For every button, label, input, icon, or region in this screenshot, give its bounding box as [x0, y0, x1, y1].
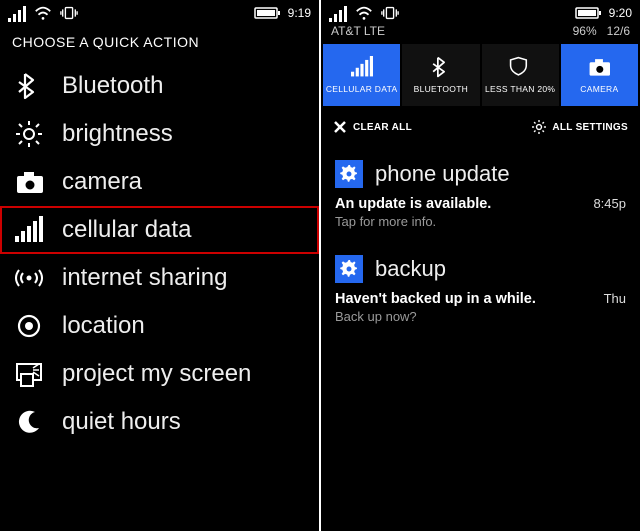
notification-time: 8:45p [585, 196, 626, 211]
notification-sub: Back up now? [335, 309, 536, 324]
gear-icon [532, 120, 546, 134]
vibrate-icon [60, 4, 78, 22]
quick-action-label: quiet hours [62, 408, 181, 436]
notification-item[interactable]: phone update An update is available. Tap f… [321, 150, 640, 245]
tile-camera[interactable]: CAMERA [561, 44, 638, 106]
quick-action-project[interactable]: project my screen [0, 350, 319, 398]
internet-sharing-icon [14, 263, 44, 293]
wifi-icon [355, 4, 373, 22]
quick-action-label: camera [62, 168, 142, 196]
shield-icon [509, 56, 531, 78]
quick-action-brightness[interactable]: brightness [0, 110, 319, 158]
location-icon [14, 311, 44, 341]
quiet-hours-icon [14, 407, 44, 437]
clear-all-label: CLEAR ALL [353, 122, 412, 133]
notification-title: backup [375, 256, 446, 282]
left-phone-screen: 9:19 CHOOSE A QUICK ACTION Bluetooth brig… [0, 0, 319, 531]
camera-icon [588, 56, 610, 78]
quick-action-label: brightness [62, 120, 173, 148]
right-phone-screen: 9:20 AT&T LTE 96% 12/6 CELLULAR DATA BLUE… [321, 0, 640, 531]
quick-action-cellular[interactable]: cellular data [0, 206, 319, 254]
all-settings-label: ALL SETTINGS [552, 122, 628, 133]
status-sub-bar: AT&T LTE 96% 12/6 [321, 24, 640, 44]
notification-item[interactable]: backup Haven't backed up in a while. Back … [321, 245, 640, 340]
quick-action-label: Bluetooth [62, 72, 163, 100]
camera-icon [14, 167, 44, 197]
all-settings-button[interactable]: ALL SETTINGS [532, 120, 628, 134]
tile-label: BLUETOOTH [414, 84, 469, 94]
tile-label: CELLULAR DATA [326, 84, 398, 94]
quick-action-label: cellular data [62, 216, 191, 244]
notification-time: Thu [596, 291, 626, 306]
status-time: 9:19 [288, 6, 311, 20]
status-bar: 9:20 [321, 0, 640, 24]
quick-action-quiet-hours[interactable]: quiet hours [0, 398, 319, 446]
bluetooth-icon [14, 71, 44, 101]
quick-action-list: Bluetooth brightness camera cellular data in… [0, 58, 319, 450]
battery-pct: 96% [573, 24, 597, 38]
notification-title: phone update [375, 161, 510, 187]
cellular-icon [351, 56, 373, 78]
quick-action-location[interactable]: location [0, 302, 319, 350]
notification-sub: Tap for more info. [335, 214, 491, 229]
tile-cellular[interactable]: CELLULAR DATA [323, 44, 400, 106]
quick-action-label: project my screen [62, 360, 251, 388]
clear-all-button[interactable]: CLEAR ALL [333, 120, 412, 134]
close-icon [333, 120, 347, 134]
battery-icon [575, 4, 601, 22]
status-time: 9:20 [609, 6, 632, 20]
notification-headline: An update is available. [335, 196, 491, 212]
status-bar: 9:19 [0, 0, 319, 24]
bluetooth-icon [430, 56, 452, 78]
status-date: 12/6 [607, 24, 630, 38]
quick-action-label: location [62, 312, 145, 340]
tile-shield[interactable]: LESS THAN 20% [482, 44, 559, 106]
notification-list: phone update An update is available. Tap f… [321, 150, 640, 340]
quick-tiles-row: CELLULAR DATA BLUETOOTH LESS THAN 20% CAMER… [321, 44, 640, 106]
carrier-label: AT&T LTE [331, 24, 385, 38]
cellular-icon [14, 215, 44, 245]
brightness-icon [14, 119, 44, 149]
wifi-icon [34, 4, 52, 22]
tile-bluetooth[interactable]: BLUETOOTH [402, 44, 479, 106]
vibrate-icon [381, 4, 399, 22]
quick-action-camera[interactable]: camera [0, 158, 319, 206]
gear-icon [335, 255, 363, 283]
notification-headline: Haven't backed up in a while. [335, 291, 536, 307]
quick-action-label: internet sharing [62, 264, 227, 292]
project-icon [14, 359, 44, 389]
tile-label: LESS THAN 20% [485, 84, 555, 94]
tile-label: CAMERA [580, 84, 618, 94]
signal-icon [8, 4, 26, 22]
signal-icon [329, 4, 347, 22]
battery-icon [254, 4, 280, 22]
page-title: CHOOSE A QUICK ACTION [0, 24, 319, 58]
gear-icon [335, 160, 363, 188]
quick-action-bluetooth[interactable]: Bluetooth [0, 62, 319, 110]
quick-action-internet-sharing[interactable]: internet sharing [0, 254, 319, 302]
